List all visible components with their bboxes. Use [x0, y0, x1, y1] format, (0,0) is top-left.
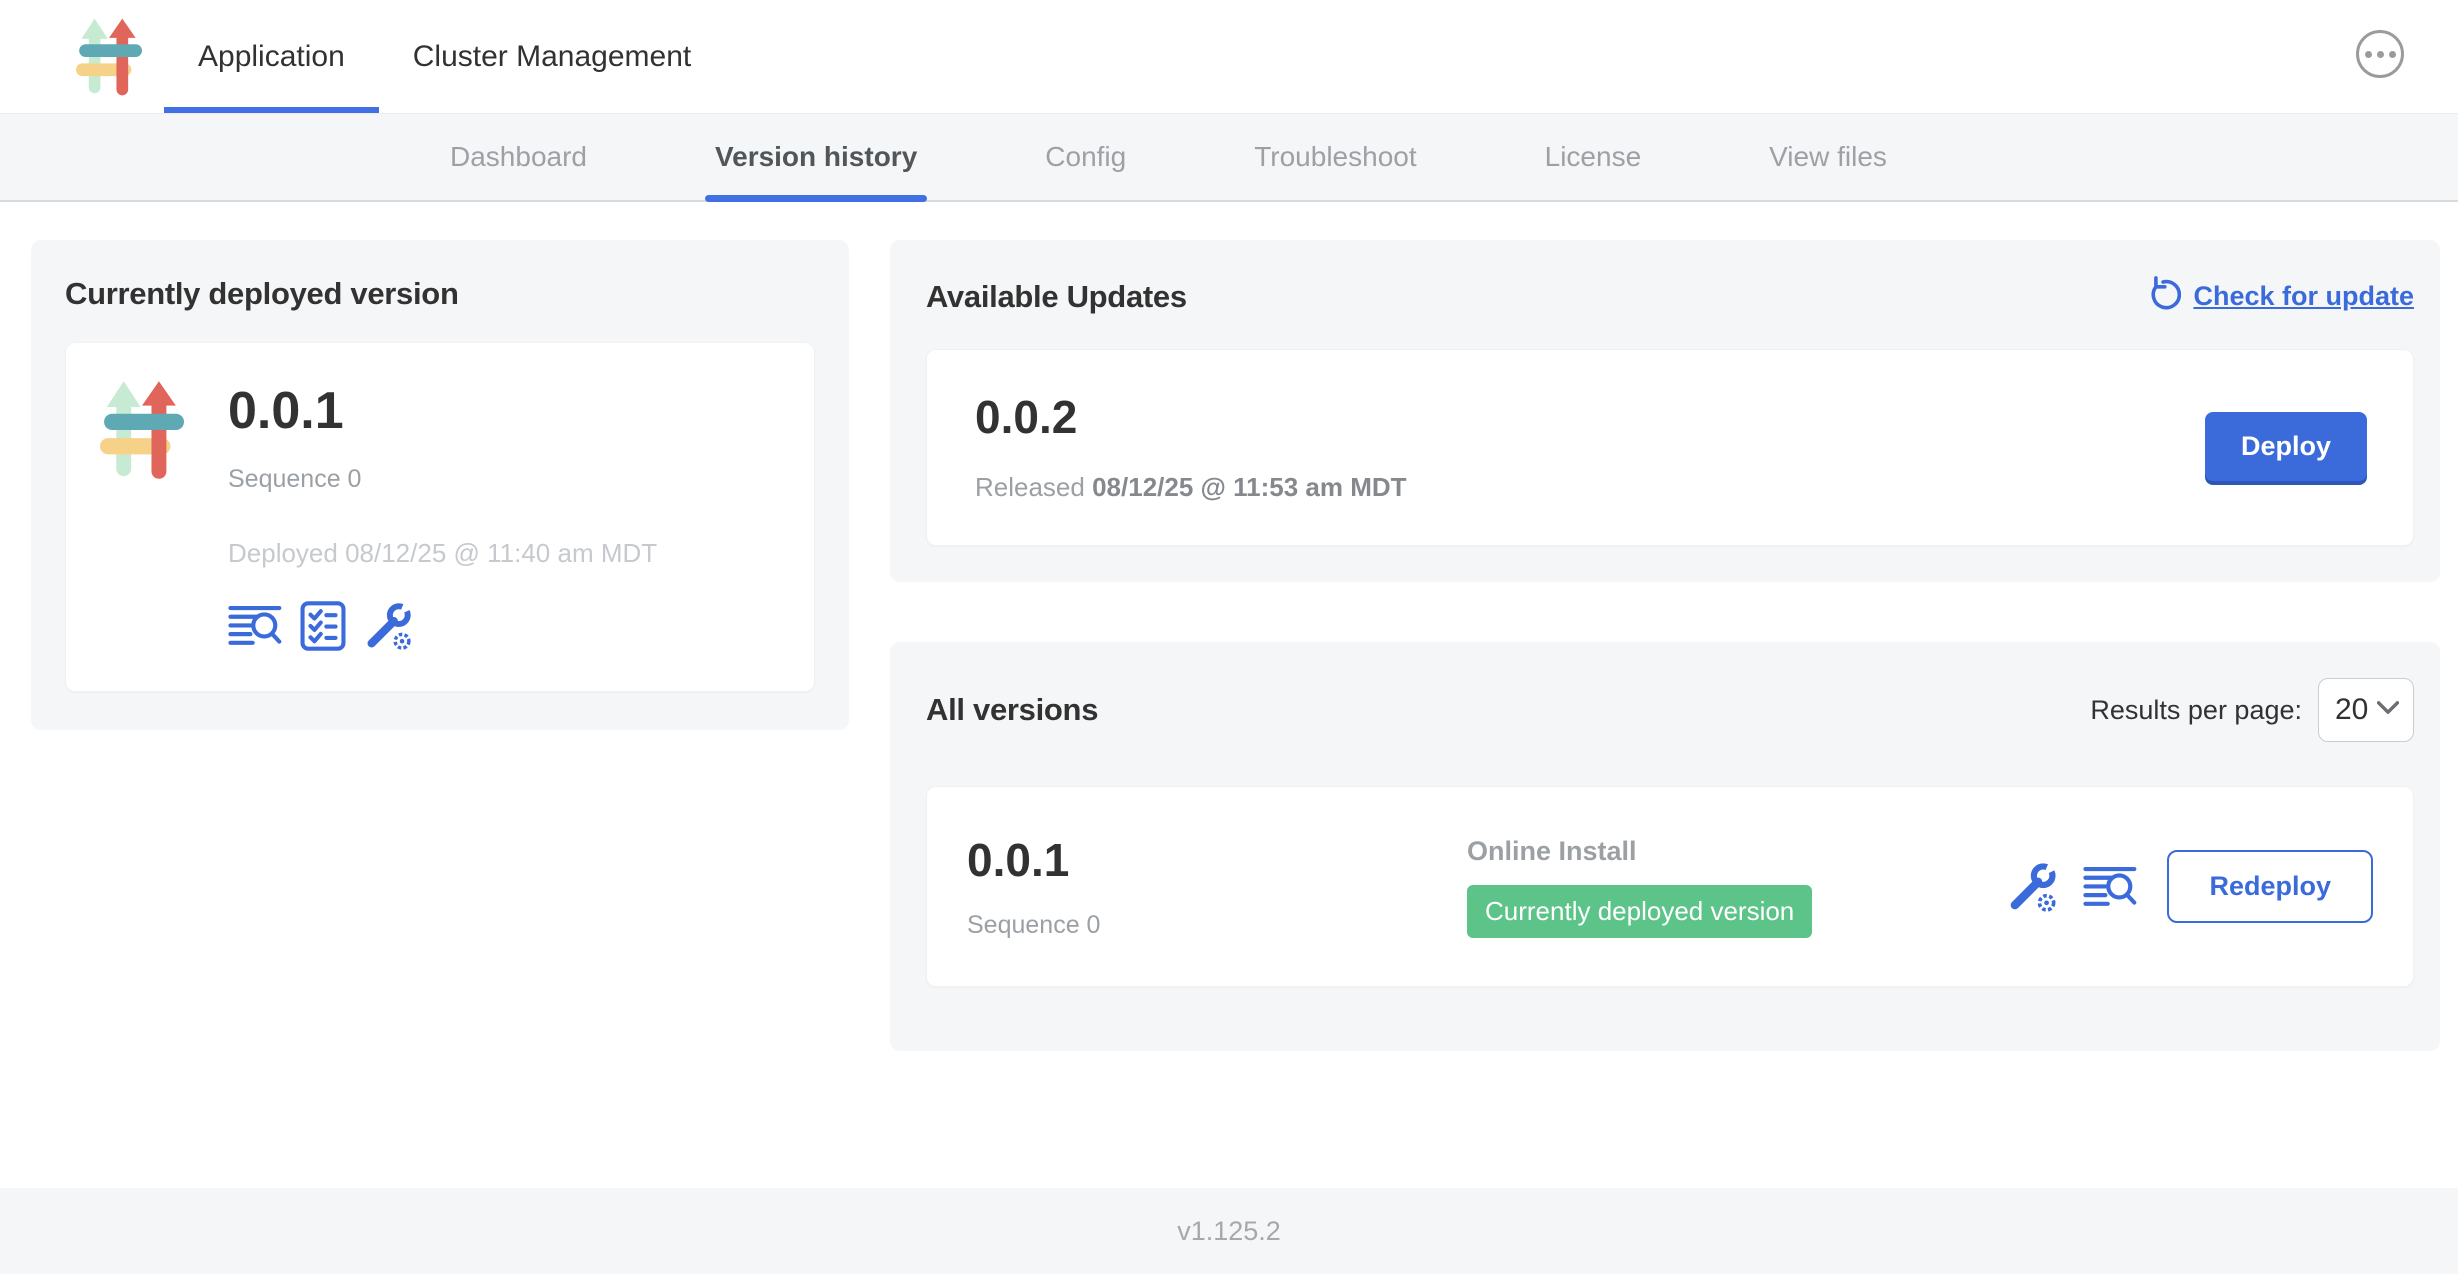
subnav-tab-license[interactable]: License [1545, 114, 1642, 200]
app-header: Application Cluster Management [0, 0, 2458, 114]
row-version-info: 0.0.1 Sequence 0 [967, 833, 1467, 940]
tab-application-label: Application [198, 40, 345, 74]
results-per-page-select[interactable]: 20 [2318, 678, 2414, 742]
header-tabs: Application Cluster Management [164, 0, 725, 113]
app-subnav: Dashboard Version history Config Trouble… [0, 114, 2458, 202]
available-updates-title: Available Updates [926, 279, 1187, 315]
update-released-timestamp: Released 08/12/25 @ 11:53 am MDT [975, 472, 1407, 503]
preflight-checks-icon[interactable] [300, 601, 346, 651]
update-row: 0.0.2 Released 08/12/25 @ 11:53 am MDT D… [926, 349, 2414, 546]
right-column: Available Updates Check for update [890, 240, 2440, 1051]
update-info: 0.0.2 Released 08/12/25 @ 11:53 am MDT [975, 390, 1407, 503]
deployed-timestamp: Deployed 08/12/25 @ 11:40 am MDT [228, 538, 657, 569]
deployed-actions [228, 601, 657, 651]
deploy-button[interactable]: Deploy [2205, 412, 2367, 481]
refresh-icon [2145, 276, 2181, 317]
overflow-menu-button[interactable] [2356, 30, 2404, 78]
results-per-page-value: 20 [2335, 693, 2368, 727]
available-updates-section: Available Updates Check for update [890, 240, 2440, 582]
tab-cluster-management[interactable]: Cluster Management [379, 0, 725, 113]
check-for-update-label: Check for update [2193, 281, 2414, 312]
tab-cluster-management-label: Cluster Management [413, 40, 691, 74]
all-versions-section: All versions Results per page: 20 [890, 642, 2440, 1051]
chevron-down-icon [2377, 701, 2399, 719]
version-row: 0.0.1 Sequence 0 Online Install Currentl… [926, 786, 2414, 987]
subnav-tab-dashboard[interactable]: Dashboard [450, 114, 587, 200]
admin-console-page: Application Cluster Management Dashboard… [0, 0, 2458, 1274]
row-actions: Redeploy [2007, 850, 2373, 923]
console-version: v1.125.2 [1177, 1216, 1281, 1247]
results-per-page: Results per page: 20 [2090, 678, 2414, 742]
deploy-logs-icon[interactable] [228, 604, 282, 648]
currently-deployed-badge: Currently deployed version [1467, 885, 1812, 938]
app-logo-icon [76, 0, 142, 113]
row-install-info: Online Install Currently deployed versio… [1467, 836, 2007, 938]
check-for-update-link[interactable]: Check for update [2145, 276, 2414, 317]
edit-config-icon[interactable] [2007, 861, 2059, 913]
row-version-number: 0.0.1 [967, 833, 1467, 887]
app-footer: v1.125.2 [0, 1188, 2458, 1274]
update-version-number: 0.0.2 [975, 390, 1407, 444]
subnav-tab-view-files[interactable]: View files [1769, 114, 1887, 200]
tab-application[interactable]: Application [164, 0, 379, 113]
currently-deployed-section: Currently deployed version 0.0.1 Sequenc… [31, 240, 849, 730]
install-type-label: Online Install [1467, 836, 2007, 867]
subnav-tab-troubleshoot[interactable]: Troubleshoot [1254, 114, 1416, 200]
deployed-version-info: 0.0.1 Sequence 0 Deployed 08/12/25 @ 11:… [228, 381, 657, 651]
results-per-page-label: Results per page: [2090, 695, 2302, 726]
deployed-sequence: Sequence 0 [228, 465, 657, 494]
deployed-version-number: 0.0.1 [228, 381, 657, 441]
currently-deployed-title: Currently deployed version [65, 276, 815, 312]
subnav-tab-config[interactable]: Config [1045, 114, 1126, 200]
app-logo-icon [100, 381, 184, 651]
version-history-content: Currently deployed version 0.0.1 Sequenc… [0, 202, 2458, 1188]
edit-config-icon[interactable] [364, 601, 414, 651]
row-sequence: Sequence 0 [967, 911, 1467, 940]
currently-deployed-card: 0.0.1 Sequence 0 Deployed 08/12/25 @ 11:… [65, 342, 815, 692]
all-versions-title: All versions [926, 692, 1098, 728]
ellipsis-icon [2365, 51, 2372, 58]
subnav-tab-version-history[interactable]: Version history [715, 114, 917, 200]
redeploy-button[interactable]: Redeploy [2167, 850, 2373, 923]
deploy-logs-icon[interactable] [2083, 865, 2137, 909]
